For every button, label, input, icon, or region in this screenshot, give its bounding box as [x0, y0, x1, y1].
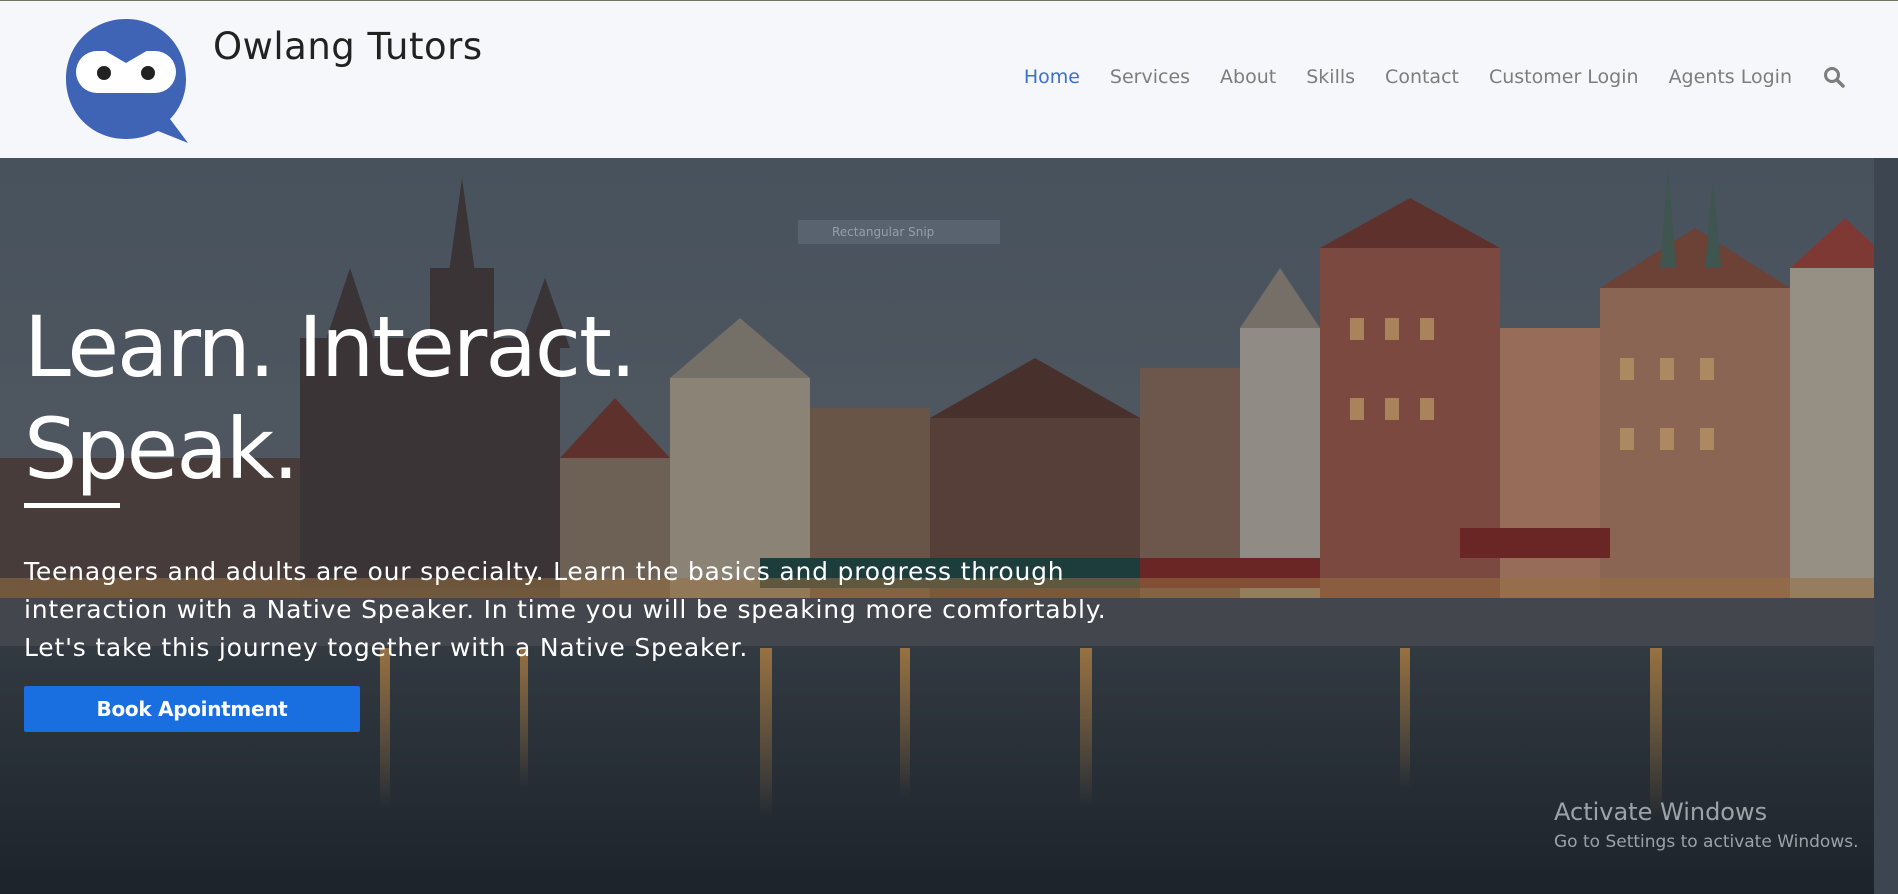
- hero-description: Teenagers and adults are our specialty. …: [24, 557, 1107, 662]
- search-icon[interactable]: [1822, 65, 1846, 89]
- nav-services[interactable]: Services: [1110, 66, 1190, 88]
- site-header: Owlang Tutors Home Services About Skills…: [0, 0, 1898, 158]
- headline-line-2: Speak.: [24, 400, 299, 498]
- snip-tool-tag: Rectangular Snip: [798, 220, 1000, 244]
- windows-activation-watermark: Activate Windows Go to Settings to activ…: [1554, 798, 1859, 852]
- nav-customer-login[interactable]: Customer Login: [1489, 66, 1639, 88]
- nav-contact[interactable]: Contact: [1385, 66, 1459, 88]
- nav-agents-login[interactable]: Agents Login: [1669, 66, 1792, 88]
- nav-skills[interactable]: Skills: [1306, 66, 1355, 88]
- hero-dark-overlay: [0, 158, 1898, 894]
- nav-home[interactable]: Home: [1024, 66, 1080, 88]
- hero-section: Rectangular Snip Learn. Interact. Speak.…: [0, 158, 1898, 894]
- headline-divider: [24, 503, 120, 508]
- book-appointment-button[interactable]: Book Apointment: [24, 686, 360, 732]
- main-nav: Home Services About Skills Contact Custo…: [994, 65, 1846, 89]
- scrollbar-track[interactable]: [1874, 158, 1898, 894]
- headline-line-1: Learn. Interact.: [24, 298, 637, 396]
- owl-chat-bubble-icon[interactable]: [62, 17, 192, 145]
- nav-about[interactable]: About: [1220, 66, 1276, 88]
- activation-subtitle: Go to Settings to activate Windows.: [1554, 832, 1859, 852]
- site-title[interactable]: Owlang Tutors: [213, 25, 483, 68]
- activation-title: Activate Windows: [1554, 798, 1768, 826]
- hero-headline: Learn. Interact. Speak.: [24, 296, 637, 500]
